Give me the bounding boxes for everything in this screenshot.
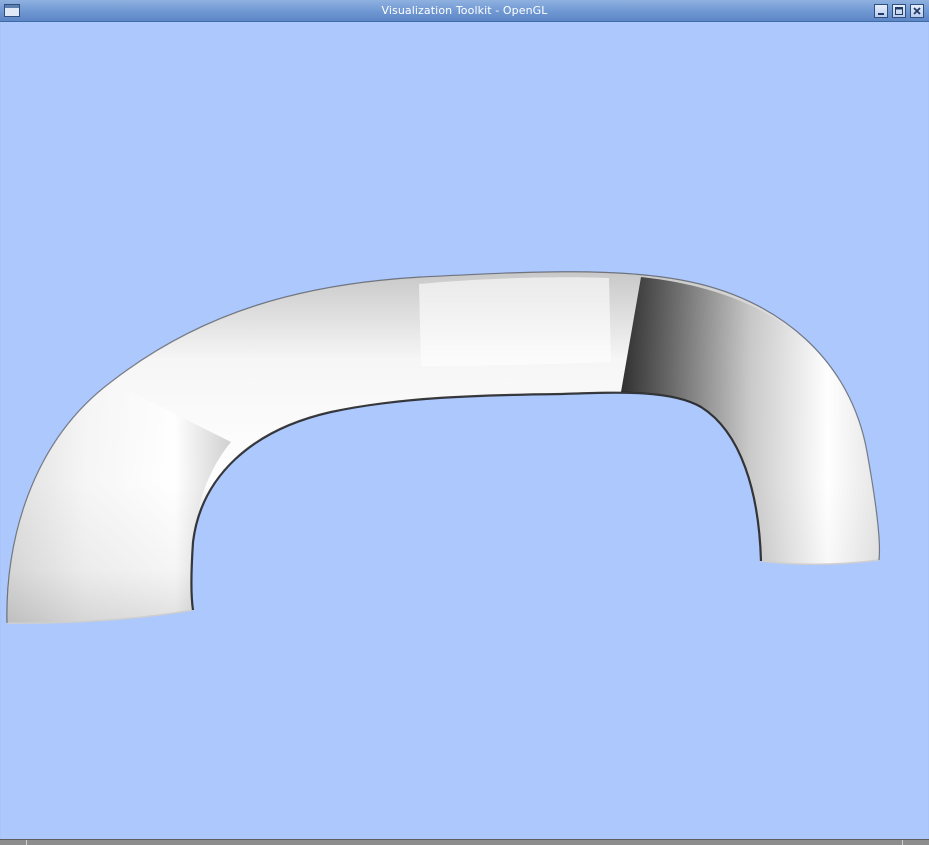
vtk-render-window: Visualization Toolkit - OpenGL — [0, 0, 929, 845]
maximize-button[interactable] — [892, 4, 906, 18]
tube-mesh[interactable] — [1, 22, 928, 839]
minimize-icon — [878, 13, 884, 15]
window-bottom-border — [0, 839, 929, 845]
maximize-icon — [895, 7, 903, 15]
border-tick-right — [902, 840, 903, 845]
close-button[interactable] — [910, 4, 924, 18]
title-bar[interactable]: Visualization Toolkit - OpenGL — [0, 0, 929, 22]
minimize-button[interactable] — [874, 4, 888, 18]
window-title: Visualization Toolkit - OpenGL — [381, 4, 548, 17]
border-tick-left — [26, 840, 27, 845]
tube-right-bend — [621, 277, 880, 565]
render-viewport[interactable] — [1, 22, 928, 839]
close-icon — [913, 7, 921, 15]
tube-highlight — [419, 277, 611, 366]
